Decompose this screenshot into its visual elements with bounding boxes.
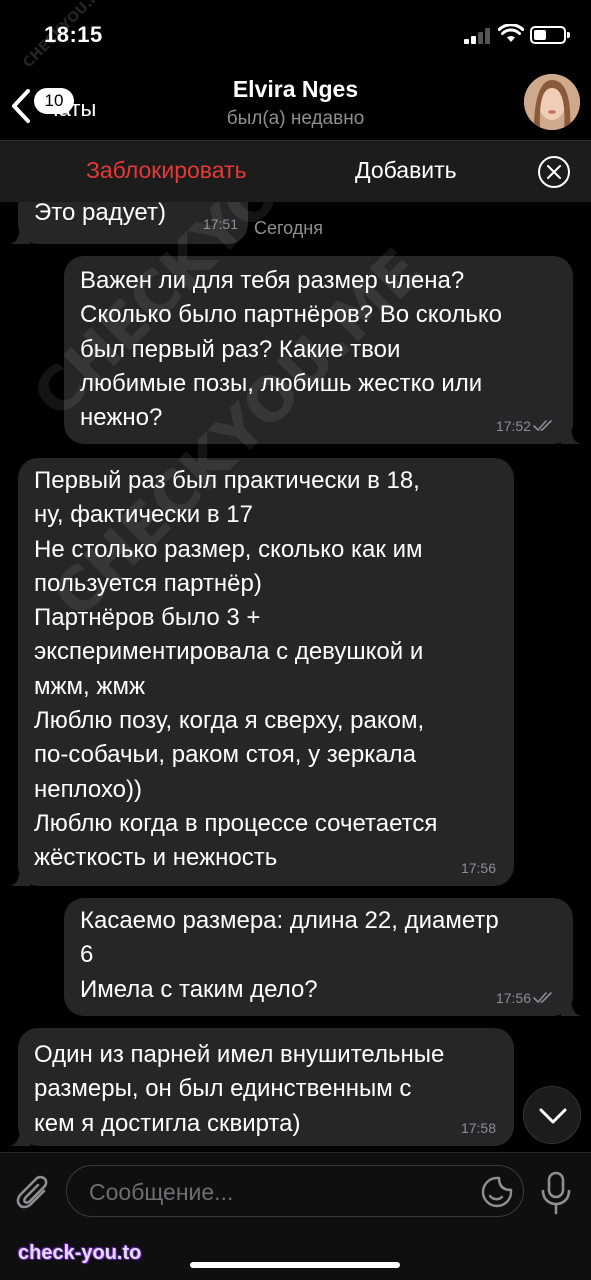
cellular-signal-icon — [464, 28, 492, 44]
message-bubble-outgoing[interactable]: Касаемо размера: длина 22, диаметр 6 Име… — [64, 898, 581, 1016]
battery-icon — [530, 26, 570, 44]
message-bubble-incoming[interactable]: Первый раз был практически в 18, ну, фак… — [10, 458, 514, 886]
sticker-icon[interactable] — [481, 1176, 513, 1208]
chat-header: Чаты 10 Elvira Nges был(а) недавно — [0, 68, 591, 140]
microphone-icon[interactable] — [538, 1171, 574, 1215]
brand-watermark: check-you.to — [18, 1242, 142, 1264]
home-area: check-you.to — [0, 1232, 591, 1280]
double-check-icon — [533, 420, 552, 432]
message-time: 17:52 — [495, 418, 531, 434]
block-button[interactable]: Заблокировать — [86, 157, 247, 184]
close-icon[interactable] — [538, 156, 570, 188]
status-bar: 18:15 — [0, 0, 591, 68]
message-time: 17:56 — [460, 860, 496, 876]
chevron-down-icon — [539, 1108, 567, 1124]
message-bubble-outgoing[interactable]: Важен ли для тебя размер члена? Сколько … — [64, 256, 581, 444]
action-bar: Заблокировать Добавить — [0, 140, 591, 202]
contact-name[interactable]: Elvira Nges — [0, 76, 591, 103]
home-indicator[interactable] — [190, 1262, 400, 1268]
scroll-to-bottom-button[interactable] — [523, 1086, 581, 1144]
message-text: Один из парней имел внушительные размеры… — [34, 1041, 445, 1137]
date-separator: Сегодня — [254, 218, 323, 238]
wifi-icon — [498, 24, 524, 42]
message-time: 17:51 — [202, 216, 238, 232]
message-bubble-incoming[interactable]: Это радует) 17:51 — [10, 202, 248, 244]
paperclip-icon[interactable] — [16, 1173, 52, 1213]
message-input[interactable]: Сообщение... — [66, 1165, 524, 1217]
message-time: 17:58 — [460, 1120, 496, 1136]
message-time: 17:56 — [495, 990, 531, 1006]
contact-status: был(а) недавно — [226, 108, 365, 129]
message-bubble-incoming[interactable]: Один из парней имел внушительные размеры… — [10, 1028, 514, 1146]
message-list[interactable]: Это радует) 17:51 Сегодня Важен ли для т… — [0, 202, 591, 1152]
message-text: Важен ли для тебя размер члена? Сколько … — [80, 267, 502, 432]
add-contact-button[interactable]: Добавить — [355, 157, 457, 184]
composer-bar: Сообщение... — [0, 1152, 591, 1232]
avatar[interactable] — [524, 74, 580, 130]
double-check-icon — [533, 992, 552, 1004]
message-placeholder: Сообщение... — [89, 1179, 234, 1205]
message-text: Первый раз был практически в 18, ну, фак… — [34, 467, 438, 872]
status-time: 18:15 — [44, 22, 103, 47]
